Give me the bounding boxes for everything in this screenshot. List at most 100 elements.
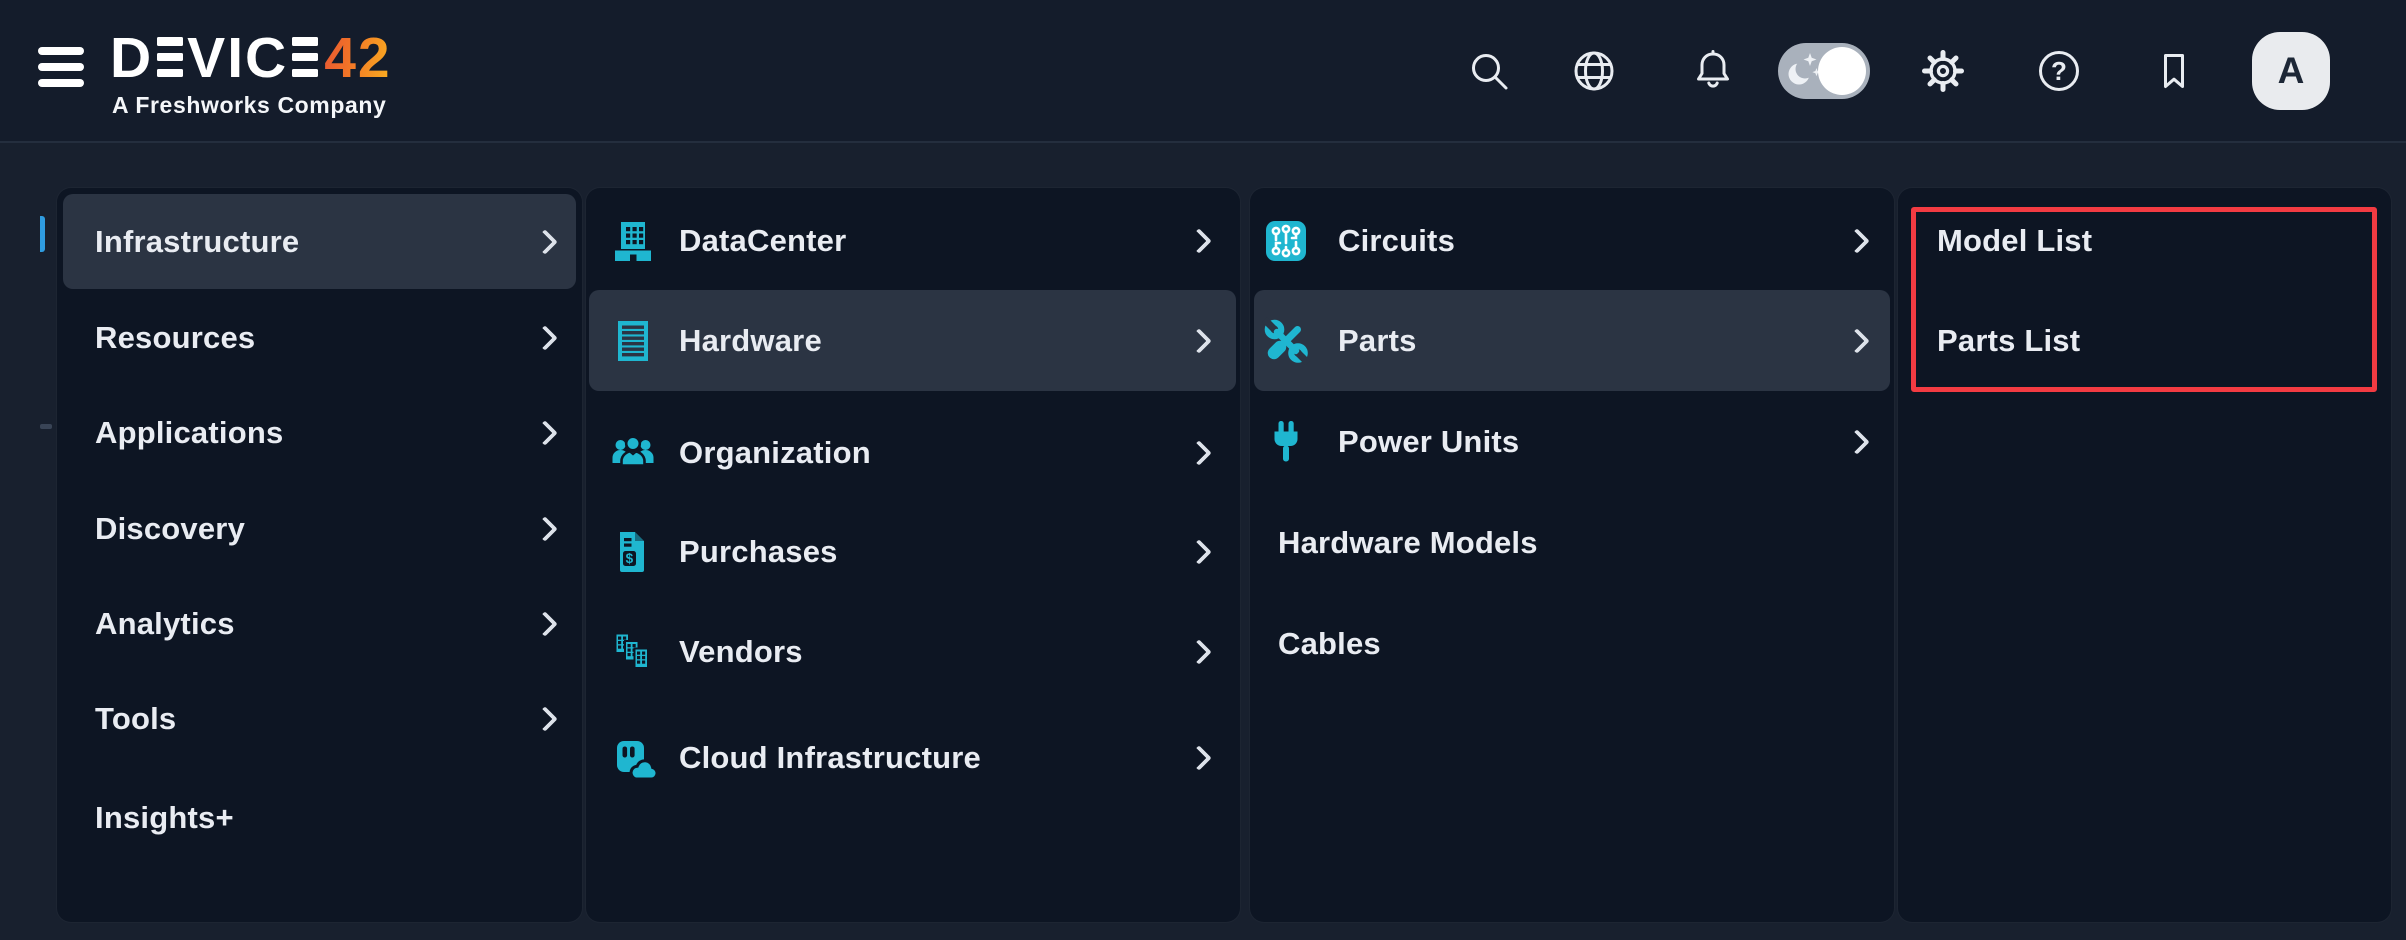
organization-people-icon [609,429,657,477]
logo-number: 42 [324,30,391,87]
chevron-right-icon [1186,639,1211,664]
menu-item-label: Resources [95,320,255,356]
chevron-right-icon [1186,745,1211,770]
logo-device42: D VIC 42 [110,30,392,87]
svg-text:$: $ [626,551,634,566]
menu-item-label: Power Units [1338,424,1519,460]
globe-icon [1570,47,1618,95]
bookmark-icon [2150,47,2198,95]
chevron-right-icon [532,516,557,541]
dark-mode-toggle[interactable] [1778,43,1870,99]
cloud-infrastructure-icon [609,734,657,782]
menu-item-label: Tools [95,701,176,737]
menu-item-parts-list[interactable]: Parts List [1902,293,2387,389]
menu-panel-level-1: Infrastructure Resources Applications Di… [57,188,582,922]
menu-panel-level-3: Circuits Parts Power Units Hardware Mode… [1250,188,1894,922]
logo-letter: D [110,30,153,87]
menu-item-label: Parts [1338,323,1417,359]
menu-panel-level-2: DataCenter Hardware Organization [586,188,1240,922]
menu-item-label: Cloud Infrastructure [679,740,981,776]
menu-item-parts[interactable]: Parts [1254,290,1890,391]
menu-item-insights[interactable]: Insights+ [63,770,576,865]
menu-item-circuits[interactable]: Circuits [1254,193,1890,289]
menu-item-discovery[interactable]: Discovery [63,481,576,576]
chevron-right-icon [532,325,557,350]
page-edge-artifact-blue [40,216,45,252]
menu-item-analytics[interactable]: Analytics [63,576,576,671]
menu-item-label: Model List [1937,223,2092,259]
top-navigation-bar: D VIC 42 A Freshworks Company [0,0,2406,143]
search-icon [1465,47,1513,95]
menu-item-model-list[interactable]: Model List [1902,193,2387,289]
power-plug-icon [1262,418,1310,466]
notifications-button[interactable] [1689,47,1737,95]
menu-item-cables[interactable]: Cables [1254,596,1890,692]
menu-item-label: Insights+ [95,800,234,836]
hamburger-menu-icon [38,47,84,55]
menu-item-vendors[interactable]: Vendors [589,604,1236,700]
settings-button[interactable] [1919,47,1967,95]
menu-item-hardware[interactable]: Hardware [589,290,1236,391]
chevron-right-icon [1844,228,1869,253]
menu-item-purchases[interactable]: $ Purchases [589,504,1236,600]
chevron-right-icon [532,706,557,731]
help-button[interactable]: ? [2035,47,2083,95]
menu-item-label: Discovery [95,511,245,547]
menu-item-label: Cables [1278,626,1381,662]
chevron-right-icon [532,611,557,636]
chevron-right-icon [1186,228,1211,253]
logo-tagline: A Freshworks Company [112,92,392,119]
logo-e-glyph [292,37,318,77]
menu-item-tools[interactable]: Tools [63,671,576,766]
datacenter-building-icon [609,217,657,265]
bookmark-button[interactable] [2150,47,2198,95]
chevron-right-icon [1844,328,1869,353]
parts-tools-icon [1262,317,1310,365]
menu-item-label: Applications [95,415,283,451]
menu-item-label: Vendors [679,634,803,670]
user-avatar[interactable]: A [2252,32,2330,110]
chevron-right-icon [532,420,557,445]
device42-app-screen: D VIC 42 A Freshworks Company [0,0,2406,940]
menu-item-organization[interactable]: Organization [589,405,1236,501]
hardware-rack-icon [609,317,657,365]
gear-icon [1919,47,1967,95]
menu-item-applications[interactable]: Applications [63,385,576,480]
menu-item-label: DataCenter [679,223,846,259]
menu-item-datacenter[interactable]: DataCenter [589,193,1236,289]
menu-item-label: Purchases [679,534,838,570]
menu-item-label: Analytics [95,606,235,642]
svg-text:?: ? [2051,56,2067,86]
chevron-right-icon [1186,440,1211,465]
menu-item-label: Hardware Models [1278,525,1538,561]
brand-logo[interactable]: D VIC 42 A Freshworks Company [110,30,392,119]
menu-item-cloud-infrastructure[interactable]: Cloud Infrastructure [589,710,1236,806]
menu-item-label: Circuits [1338,223,1455,259]
chevron-right-icon [532,229,557,254]
chevron-right-icon [1186,328,1211,353]
purchases-invoice-icon: $ [609,528,657,576]
menu-item-label: Hardware [679,323,822,359]
search-button[interactable] [1465,47,1513,95]
circuits-board-icon [1262,217,1310,265]
hamburger-menu-button[interactable] [38,47,84,87]
logo-letters: VIC [187,30,288,87]
menu-item-power-units[interactable]: Power Units [1254,394,1890,490]
menu-item-infrastructure[interactable]: Infrastructure [63,194,576,289]
avatar-initial: A [2278,50,2305,92]
bell-icon [1689,47,1737,95]
logo-e-glyph [157,37,183,77]
chevron-right-icon [1186,539,1211,564]
menu-item-resources[interactable]: Resources [63,290,576,385]
toggle-knob [1818,47,1866,95]
menu-item-label: Organization [679,435,871,471]
menu-item-label: Infrastructure [95,224,299,260]
vendors-buildings-icon [609,628,657,676]
help-icon: ? [2035,47,2083,95]
menu-item-hardware-models[interactable]: Hardware Models [1254,495,1890,591]
menu-item-label: Parts List [1937,323,2080,359]
page-edge-artifact-gray [40,424,52,429]
language-globe-button[interactable] [1570,47,1618,95]
menu-panel-level-4: Model List Parts List [1898,188,2391,922]
chevron-right-icon [1844,429,1869,454]
